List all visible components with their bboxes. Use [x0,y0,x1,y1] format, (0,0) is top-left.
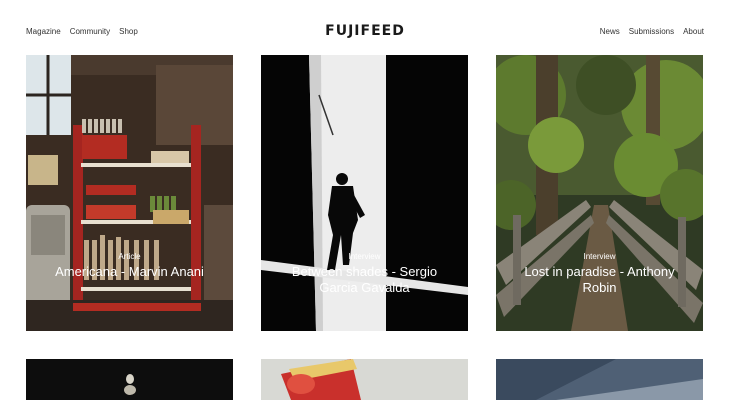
card-title[interactable]: Between shades - Sergio Garcia Gavalda [261,264,468,296]
card-title[interactable]: Americana - Marvin Anani [26,264,233,280]
card-overlay: Interview Lost in paradise - Anthony Rob… [496,252,703,296]
card-category-badge: Article [118,252,141,261]
nav-right: News Submissions About [600,27,704,36]
article-card-between-shades[interactable]: Interview Between shades - Sergio Garcia… [261,55,468,331]
nav-link-news[interactable]: News [600,27,620,36]
card-overlay: Article Americana - Marvin Anani [26,252,233,280]
article-card-row2-1[interactable] [26,359,233,400]
article-card-americana[interactable]: Article Americana - Marvin Anani [26,55,233,331]
nav-link-submissions[interactable]: Submissions [629,27,674,36]
card-category-badge: Interview [583,252,616,261]
card-image-shop [26,55,233,331]
card-overlay: Interview Between shades - Sergio Garcia… [261,252,468,296]
card-title[interactable]: Lost in paradise - Anthony Robin [496,264,703,296]
nav-link-about[interactable]: About [683,27,704,36]
article-card-row2-3[interactable] [496,359,703,400]
article-card-lost-in-paradise[interactable]: Interview Lost in paradise - Anthony Rob… [496,55,703,331]
card-image-can [261,359,468,400]
article-card-row2-2[interactable] [261,359,468,400]
card-image-blue [496,359,703,400]
card-image-dark [26,359,233,400]
card-category-badge: Interview [348,252,381,261]
